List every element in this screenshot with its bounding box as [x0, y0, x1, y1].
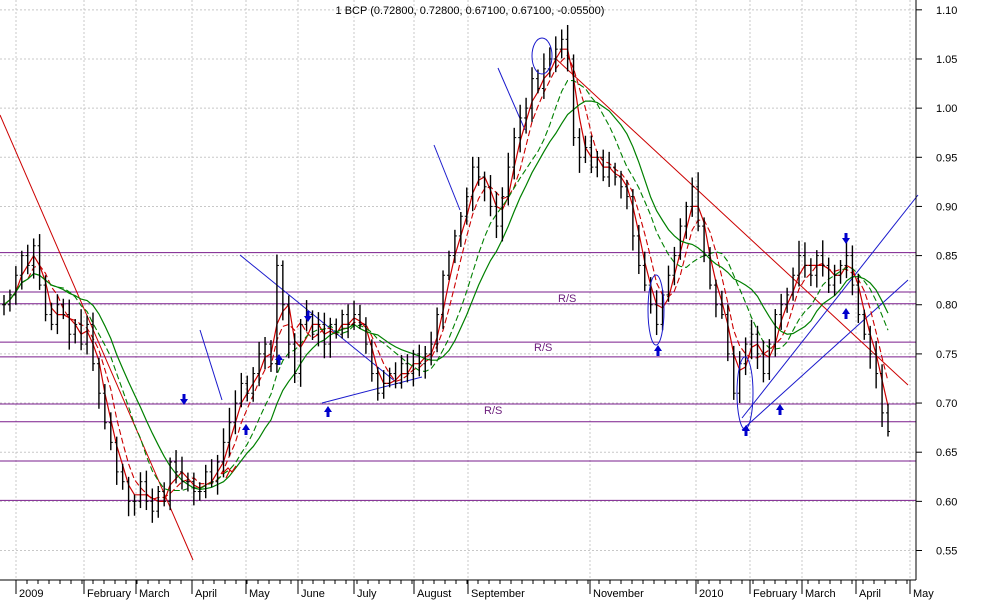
- arrow-up-icon: [842, 308, 850, 319]
- trendline: [433, 144, 461, 211]
- ma-short-line: [3, 48, 889, 502]
- rs-label-3: R/S: [484, 405, 502, 417]
- y-tick-label: 0.60: [936, 496, 957, 508]
- y-tick-label: 0.80: [936, 300, 957, 312]
- y-tick-label: 1.10: [936, 5, 957, 17]
- chart-canvas: 0.55 0.60 0.65 0.70 0.75 0.80 0.85 0.90 0.95 1.00…: [0, 0, 957, 600]
- ma-long-dashed-line: [3, 80, 889, 492]
- x-tick-label: 2009: [19, 588, 43, 600]
- arrow-up-icon: [742, 425, 750, 436]
- annotation-ellipse: [531, 37, 553, 75]
- arrow-up-icon: [324, 406, 332, 417]
- chart-title: 1 BCP (0.72800, 0.72800, 0.67100, 0.6710…: [336, 5, 605, 17]
- arrow-up-icon: [242, 424, 250, 435]
- arrow-down-icon: [842, 233, 850, 244]
- x-tick-label: February: [87, 588, 132, 600]
- x-tick-label: May: [249, 588, 270, 600]
- moving-averages: [3, 48, 889, 502]
- y-tick-label: 1.05: [936, 54, 957, 66]
- y-tick-label: 0.65: [936, 447, 957, 459]
- x-tick-label: November: [593, 588, 644, 600]
- price-bars: [2, 24, 890, 523]
- y-tick-label: 0.95: [936, 152, 957, 164]
- trendline: [497, 67, 526, 131]
- grid: [0, 0, 916, 580]
- axes: [0, 0, 917, 581]
- x-tick-label: April: [859, 588, 881, 600]
- trendline: [741, 194, 919, 419]
- x-tick-label: 2010: [699, 588, 723, 600]
- rs-label-2: R/S: [534, 342, 552, 354]
- chart: 0.55 0.60 0.65 0.70 0.75 0.80 0.85 0.90 0.95 1.00…: [0, 0, 992, 611]
- x-tick-label: June: [301, 588, 325, 600]
- horizontal-levels: [0, 252, 916, 501]
- x-tick-label: April: [195, 588, 217, 600]
- x-tick-label: February: [753, 588, 798, 600]
- arrow-up-icon: [776, 404, 784, 415]
- y-tick-label: 1.00: [936, 103, 957, 115]
- trendline: [199, 329, 223, 401]
- y-tick-label: 0.90: [936, 201, 957, 213]
- x-tick-label: March: [805, 588, 836, 600]
- y-tick-label: 0.55: [936, 546, 957, 558]
- y-ticks: 0.55 0.60 0.65 0.70 0.75 0.80 0.85 0.90 0.95 1.00…: [916, 5, 957, 558]
- y-tick-label: 0.85: [936, 251, 957, 263]
- y-tick-label: 0.70: [936, 398, 957, 410]
- x-ticks: 2009 February March April May June July August S…: [15, 580, 934, 600]
- x-tick-label: May: [913, 588, 934, 600]
- ma-short-dashed-line: [3, 54, 889, 501]
- x-tick-label: March: [139, 588, 170, 600]
- x-tick-label: August: [417, 588, 451, 600]
- y-tick-label: 0.75: [936, 349, 957, 361]
- x-tick-label: July: [357, 588, 377, 600]
- rs-label-1: R/S: [558, 293, 576, 305]
- trendline: [554, 57, 909, 386]
- x-tick-label: September: [471, 588, 525, 600]
